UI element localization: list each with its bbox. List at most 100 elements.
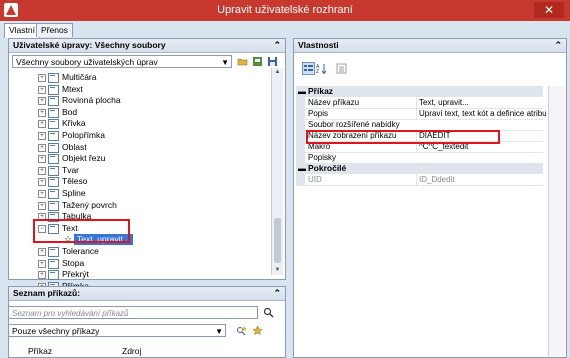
tree-item[interactable]: + Překrýt <box>10 269 270 281</box>
category-prikaz[interactable]: ▬ Příkaz <box>296 86 543 97</box>
expand-plus-icon[interactable]: + <box>38 271 46 280</box>
folder-icon <box>48 270 59 281</box>
tree-item[interactable]: + Stopa <box>10 258 270 269</box>
folder-icon <box>48 154 59 165</box>
expand-plus-icon[interactable]: + <box>38 97 46 106</box>
categorized-view-icon[interactable] <box>302 62 315 75</box>
search-icon[interactable] <box>263 307 274 318</box>
chevron-down-icon: ▼ <box>215 327 223 336</box>
title-bar: Upravit uživatelské rozhraní ✕ <box>0 0 570 21</box>
column-header-prikaz[interactable]: Příkaz <box>28 346 52 356</box>
tree-item[interactable]: + Polopřímka <box>10 130 270 141</box>
file-select[interactable]: Všechny soubory uživatelských úprav ▼ <box>12 55 232 68</box>
collapse-icon[interactable]: ⌃ <box>273 39 281 52</box>
tree-item[interactable]: + Oblast <box>10 142 270 153</box>
scrollbar-thumb[interactable] <box>274 218 281 263</box>
sort-az-icon[interactable]: AZ <box>316 63 327 75</box>
tree-item[interactable]: + Objekt řezu <box>10 153 270 165</box>
highlight-box-text-node <box>33 219 130 243</box>
tree-item[interactable]: + Tvar <box>10 165 270 176</box>
tree-item[interactable]: + Tažený povrch <box>10 200 270 211</box>
collapse-icon[interactable]: ⌃ <box>273 287 281 300</box>
tree-scrollbar[interactable]: ▲ ▼ <box>271 68 283 275</box>
tree-item-label: Spline <box>62 188 86 198</box>
property-name: UID <box>308 175 322 184</box>
category-pokrocile-label: Pokročilé <box>308 163 347 173</box>
svg-text:Z: Z <box>316 69 319 74</box>
expand-plus-icon[interactable]: + <box>38 201 46 210</box>
open-file-icon[interactable] <box>237 56 248 67</box>
new-command-icon[interactable] <box>252 325 263 336</box>
tree-item[interactable]: + Bod <box>10 107 270 118</box>
tree-item-label: Křivka <box>62 118 86 129</box>
property-pages-icon[interactable] <box>336 63 347 74</box>
tree-item-label: Rovinná plocha <box>62 95 121 106</box>
file-select-value: Všechny soubory uživatelských úprav <box>16 57 158 67</box>
expand-plus-icon[interactable]: + <box>38 132 46 140</box>
tree-item-label: Stopa <box>62 257 85 268</box>
folder-icon <box>48 84 59 95</box>
tree-item-label: Objekt řezu <box>62 153 106 164</box>
expand-plus-icon[interactable]: + <box>38 178 46 187</box>
highlight-box-makro <box>306 130 500 144</box>
customizations-title: Uživatelské úpravy: Všechny soubory <box>13 40 166 50</box>
property-value[interactable]: Upraví text, text kót a definice atribut… <box>416 108 546 119</box>
expand-plus-icon[interactable]: + <box>38 166 46 175</box>
tree-item-label: Multičára <box>62 72 97 82</box>
customizations-panel: Uživatelské úpravy: Všechny soubory ⌃ Vš… <box>8 38 286 292</box>
collapse-minus-icon[interactable]: ▬ <box>298 86 306 97</box>
tree-item[interactable]: + Multičára <box>10 72 270 83</box>
expand-plus-icon[interactable]: + <box>38 74 46 82</box>
folder-icon <box>48 131 59 141</box>
collapse-minus-icon[interactable]: ▬ <box>298 163 306 174</box>
property-row-uid[interactable]: UID ID_Ddedit <box>296 174 543 186</box>
tree-item[interactable]: + Spline <box>10 188 270 199</box>
tree-item-label: Těleso <box>62 176 88 187</box>
tree-item[interactable]: + Tolerance <box>10 246 270 257</box>
expand-plus-icon[interactable]: + <box>38 85 46 94</box>
tree-item-label: Tažený povrch <box>62 199 117 210</box>
command-filter-value: Pouze všechny příkazy <box>12 326 100 336</box>
folder-icon <box>48 200 59 211</box>
folder-icon <box>48 107 59 118</box>
properties-scrollbar[interactable] <box>548 86 565 356</box>
folder-icon <box>48 165 59 176</box>
column-header-zdroj[interactable]: Zdroj <box>122 346 141 356</box>
expand-plus-icon[interactable]: + <box>38 155 46 164</box>
collapse-icon[interactable]: ⌃ <box>554 39 562 52</box>
expand-plus-icon[interactable]: + <box>38 143 46 152</box>
tree-item-label: Tvar <box>62 164 79 175</box>
folder-icon <box>48 258 59 269</box>
save-icon[interactable] <box>267 56 278 67</box>
command-search-input[interactable]: Seznam pro vyhledávání příkazů <box>8 306 258 319</box>
tree-item-label: Mtext <box>62 83 83 94</box>
tree-item[interactable]: + Křivka <box>10 118 270 130</box>
category-prikaz-label: Příkaz <box>308 86 334 96</box>
find-icon[interactable] <box>236 325 247 336</box>
tab-vlastni[interactable]: Vlastní <box>4 23 40 38</box>
category-pokrocile[interactable]: ▬ Pokročilé <box>296 163 543 174</box>
folder-icon <box>48 119 59 130</box>
folder-icon <box>48 177 59 188</box>
expand-plus-icon[interactable]: + <box>38 259 46 268</box>
close-button[interactable]: ✕ <box>534 2 564 18</box>
property-value[interactable]: Text, upravit... <box>416 97 546 108</box>
expand-plus-icon[interactable]: + <box>38 120 46 129</box>
load-partial-icon[interactable] <box>252 56 263 67</box>
customizations-header: Uživatelské úpravy: Všechny soubory ⌃ <box>9 39 285 53</box>
folder-icon <box>48 189 59 199</box>
expand-plus-icon[interactable]: + <box>38 108 46 117</box>
tab-prenos[interactable]: Přenos <box>36 23 73 37</box>
scroll-down-icon[interactable]: ▼ <box>273 266 282 275</box>
expand-plus-icon[interactable]: + <box>38 248 46 256</box>
tree-item[interactable]: + Mtext <box>10 84 270 95</box>
scroll-up-icon[interactable]: ▲ <box>273 68 282 77</box>
command-filter-select[interactable]: Pouze všechny příkazy ▼ <box>8 324 226 337</box>
tree-item[interactable]: + Rovinná plocha <box>10 95 270 107</box>
tree-item[interactable]: + Těleso <box>10 176 270 188</box>
folder-icon <box>48 73 59 83</box>
property-value: ID_Ddedit <box>416 174 546 185</box>
expand-plus-icon[interactable]: + <box>38 190 46 198</box>
property-name: Popisky <box>308 153 337 162</box>
folder-icon <box>48 142 59 153</box>
